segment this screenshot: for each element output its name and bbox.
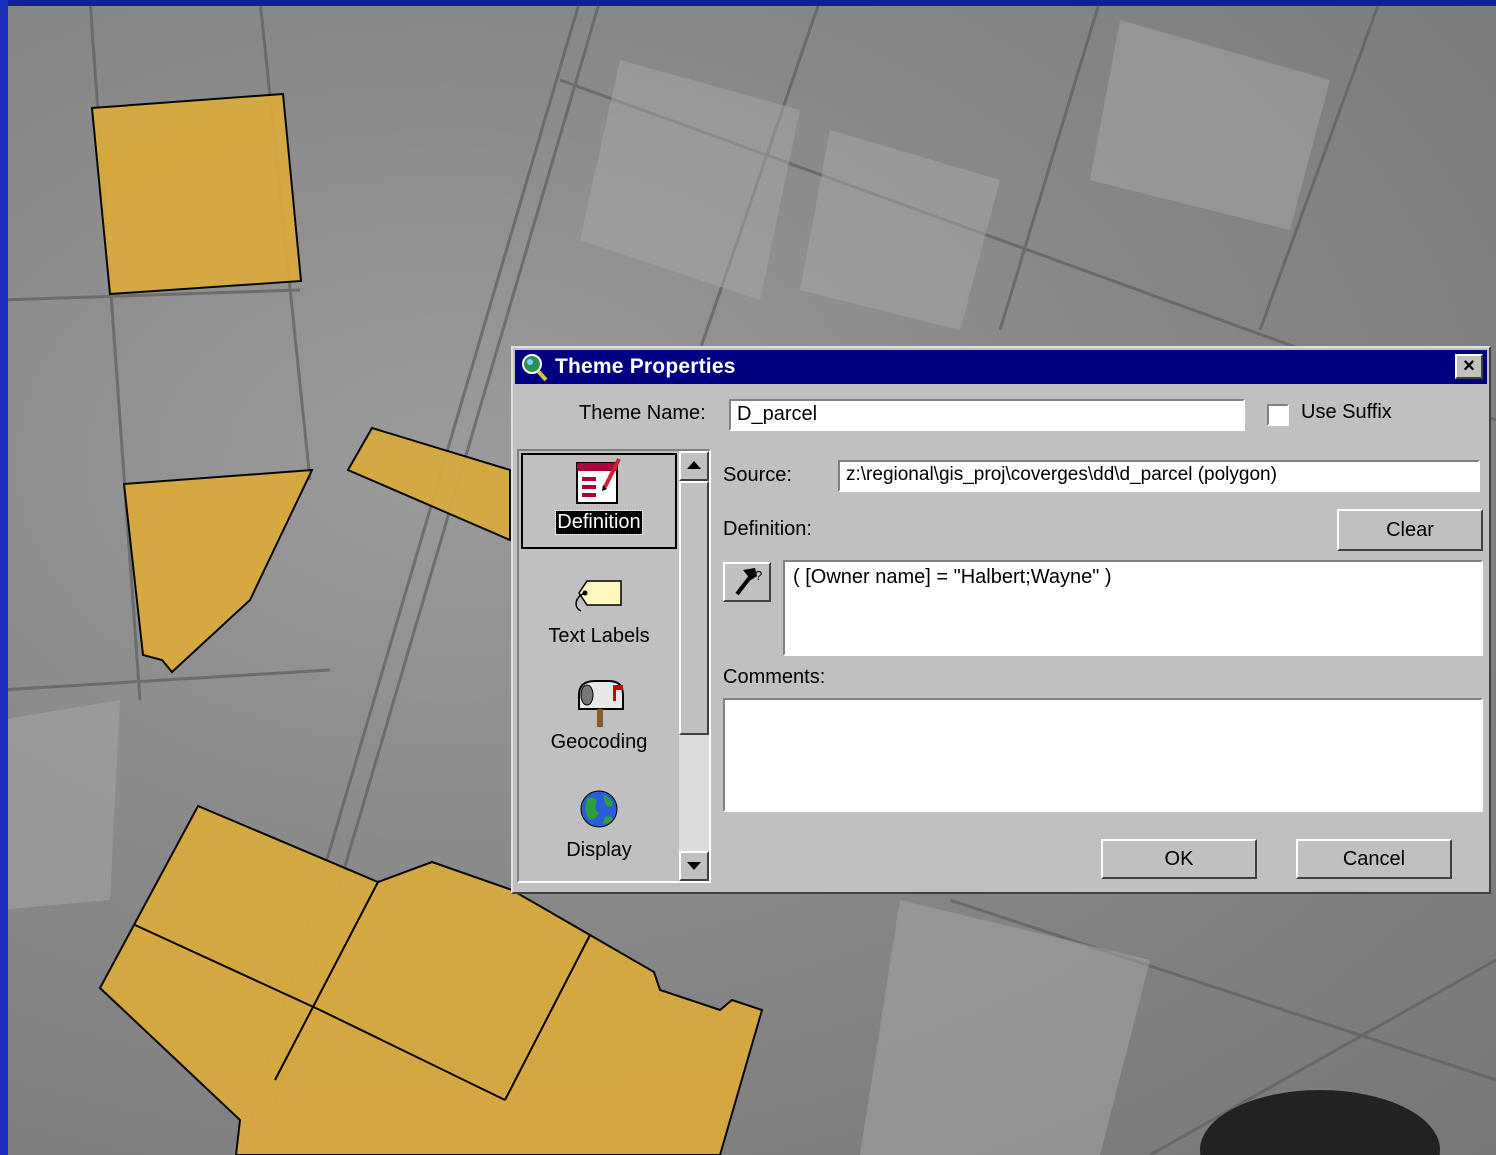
slide-left-border [0,0,8,1155]
scroll-thumb[interactable] [679,481,709,735]
category-display[interactable]: Display [521,781,677,877]
dialog-title: Theme Properties [555,355,736,378]
source-field: z:\regional\gis_proj\coverges\dd\d_parce… [838,460,1480,492]
svg-text:?: ? [755,568,762,583]
magnifier-globe-icon [519,352,549,382]
definition-icon [569,453,629,511]
scroll-up-button[interactable] [679,451,709,481]
source-label: Source: [723,464,792,486]
category-label: Geocoding [550,731,648,753]
close-button[interactable]: × [1455,354,1483,379]
globe-icon [569,781,629,839]
hammer-query-icon: ? [735,568,762,596]
comments-field[interactable] [723,698,1483,812]
cancel-button[interactable]: Cancel [1296,839,1452,879]
theme-name-label: Theme Name: [579,402,706,424]
definition-label: Definition: [723,518,812,540]
slide-top-border [0,0,1496,6]
category-definition[interactable]: Definition [521,453,677,549]
clear-button[interactable]: Clear [1337,509,1483,551]
category-scrollbar[interactable] [679,451,709,881]
query-builder-button[interactable]: ? [723,562,771,602]
comments-label: Comments: [723,666,826,688]
theme-name-input[interactable]: D_parcel [729,399,1245,431]
ok-button[interactable]: OK [1101,839,1257,879]
category-label: Definition [555,510,643,535]
definition-expression-field[interactable]: ( [Owner name] = "Halbert;Wayne" ) [783,560,1483,656]
scroll-down-arrow-icon [687,862,701,870]
use-suffix-label: Use Suffix [1301,401,1392,423]
category-geocoding[interactable]: Geocoding [521,673,677,769]
category-label: Display [566,839,632,861]
category-label: Text Labels [548,625,650,647]
title-bar[interactable]: Theme Properties × [515,350,1487,384]
theme-properties-dialog: Theme Properties × Theme Name: D_parcel … [511,346,1491,894]
scroll-down-button[interactable] [679,851,709,881]
use-suffix-checkbox[interactable] [1267,404,1289,426]
category-list[interactable]: Definition Text Labels Geocoding Display [517,449,711,883]
scroll-up-arrow-icon [687,461,701,469]
mailbox-icon [569,673,629,731]
tag-icon [569,567,629,625]
category-text-labels[interactable]: Text Labels [521,567,677,663]
